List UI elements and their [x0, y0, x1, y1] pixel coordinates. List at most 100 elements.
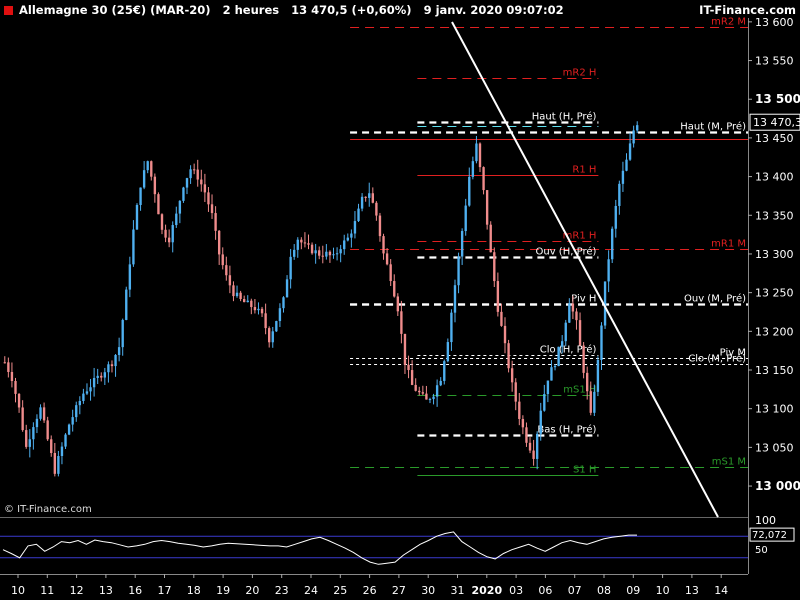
candle-body [443, 361, 446, 381]
candle-body [393, 281, 396, 297]
x-tick-label: 12 [70, 584, 84, 597]
candle-body [96, 375, 99, 378]
candle-body [385, 253, 389, 265]
candle-body [100, 375, 103, 378]
candle-body [289, 256, 292, 280]
level-label: mR2 M [711, 17, 746, 28]
candle-body [453, 285, 457, 313]
level-label: mR2 H [563, 68, 597, 79]
candle-body [310, 244, 314, 254]
candle-body [485, 190, 489, 225]
candle-body [253, 307, 257, 311]
candle-body [636, 125, 639, 131]
candle-body [600, 325, 603, 360]
candle-body [339, 249, 342, 254]
y-tick-label: 13 100 [755, 403, 794, 416]
candle-body [478, 143, 482, 168]
chart-root: Allemagne 30 (25€) (MAR-20) 2 heures 13 … [0, 0, 800, 600]
candle-body [514, 382, 517, 402]
candle-body [460, 231, 464, 257]
candle-body [268, 328, 271, 343]
candle-body [110, 364, 114, 367]
candle-body [475, 143, 478, 162]
candle-body [575, 311, 578, 321]
y-tick-label: 13 450 [755, 132, 794, 145]
candle-body [382, 236, 385, 254]
trend-line [451, 21, 719, 518]
x-tick-label: 19 [216, 584, 230, 597]
candle-body [192, 169, 196, 171]
candle-body [435, 385, 439, 397]
candle-body [167, 237, 171, 243]
candle-body [428, 399, 432, 401]
candle-body [321, 255, 324, 257]
candle-body [53, 452, 56, 474]
candle-body [200, 179, 203, 185]
x-tick-label: 03 [509, 584, 523, 597]
candle-body [153, 176, 157, 195]
candle-body [178, 200, 182, 214]
candle-body [271, 331, 274, 343]
x-tick-label: 16 [128, 584, 142, 597]
y-tick-label: 13 500 [755, 92, 800, 106]
candle-body [343, 240, 346, 250]
candle-body [400, 311, 403, 334]
chart-svg: 13 600 13 550 13 500 13 450 13 400 13 350 13 3… [0, 16, 800, 597]
candle-body [114, 354, 117, 367]
candle-body [328, 251, 332, 256]
candle-body [164, 229, 167, 238]
candle-body [450, 312, 453, 343]
rsi-tick-label: 50 [755, 545, 768, 556]
candle-body [360, 196, 364, 209]
candle-body [60, 446, 64, 457]
candle-body [150, 161, 153, 177]
candle-body [518, 401, 521, 419]
candle-body [628, 143, 632, 160]
candle-body [228, 275, 232, 286]
candle-body [332, 254, 335, 256]
candle-body [482, 167, 485, 191]
x-tick-label: 10 [656, 584, 670, 597]
x-tick-label: 25 [333, 584, 347, 597]
candle-body [564, 322, 567, 342]
candle-body [221, 254, 224, 266]
x-tick-label: 20 [245, 584, 259, 597]
candle-body [207, 192, 210, 205]
candle-body [632, 130, 635, 144]
candle-body [586, 372, 589, 392]
level-label: S1 H [573, 465, 596, 476]
candle-body [210, 204, 214, 214]
level-label: mS1 M [712, 457, 746, 468]
candle-body [14, 381, 17, 394]
candle-body [307, 243, 310, 245]
candle-body [142, 170, 146, 188]
candle-body [510, 368, 514, 383]
candle-body [396, 296, 400, 312]
candle-body [260, 308, 264, 314]
x-tick-label: 14 [714, 584, 728, 597]
copyright: © IT-Finance.com [4, 504, 92, 515]
candle-body [35, 418, 39, 428]
last-price-tag-text: 13 470,3 [753, 116, 800, 129]
candle-body [300, 239, 303, 243]
candle-body [521, 418, 525, 428]
candle-body [614, 205, 617, 229]
x-tick-label: 13 [99, 584, 113, 597]
candle-body [596, 359, 600, 392]
x-tick-label: 2020 [471, 584, 502, 597]
candle-body [571, 303, 575, 312]
candle-body [414, 384, 417, 391]
y-tick-label: 13 200 [755, 325, 794, 338]
candle-body [446, 342, 450, 362]
candle-body [239, 292, 242, 300]
candle-body [378, 215, 382, 237]
candle-body [107, 364, 110, 373]
candle-body [560, 341, 564, 347]
rsi-value-tag-text: 72,072 [752, 530, 787, 541]
candle-body [39, 407, 42, 419]
candle-body [235, 292, 239, 297]
candle-body [303, 242, 307, 244]
candle-body [285, 279, 289, 298]
candle-body [618, 183, 621, 206]
candle-body [50, 439, 53, 453]
